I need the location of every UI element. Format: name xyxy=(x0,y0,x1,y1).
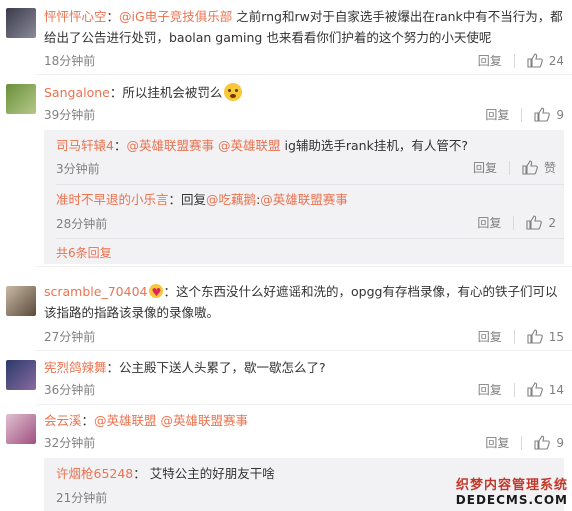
reply-button[interactable]: 回复 xyxy=(478,328,502,345)
thumbs-up-icon xyxy=(526,215,543,230)
like-label: 赞 xyxy=(543,161,556,175)
comment-text: Sangalone：所以挂机会被罚么 xyxy=(44,82,564,103)
like-count: 15 xyxy=(548,329,564,344)
action-divider xyxy=(521,435,523,450)
sub-reply-body: ig辅助选手rank挂机，有人管不? xyxy=(284,138,468,153)
like-button[interactable]: 赞 xyxy=(522,159,556,176)
comment-3: scramble_70404：这个东西没什么好遮谣和洗的，opgg有存档录像，有… xyxy=(0,278,572,351)
username[interactable]: 司马轩辕4 xyxy=(56,138,114,153)
reply-button[interactable]: 回复 xyxy=(478,381,502,398)
comment-4: 宪烈鸽辣舞：公主殿下送人头累了，歇一歇怎么了? 36分钟前 回复 14 xyxy=(0,352,572,405)
action-divider xyxy=(513,53,515,68)
comment-actions: 回复 9 xyxy=(485,106,564,123)
divider xyxy=(56,238,564,239)
username[interactable]: 会云溪 xyxy=(44,413,82,428)
comment-text: 会云溪：@英雄联盟 @英雄联盟赛事 xyxy=(44,413,249,428)
like-button[interactable]: 15 xyxy=(527,329,564,344)
watermark: 织梦内容管理系统 DEDECMS.COM xyxy=(456,474,568,507)
mention-link[interactable]: @iG电子竞技俱乐部 xyxy=(119,9,232,24)
reply-button[interactable]: 回复 xyxy=(478,52,502,69)
comment-actions: 回复 24 xyxy=(478,52,564,69)
thumbs-up-icon xyxy=(527,329,543,344)
like-count: 9 xyxy=(556,107,564,122)
comment-text: 怦怦怦心空：@iG电子竞技俱乐部 之前rng和rw对于自家选手被爆出在rank中… xyxy=(44,9,563,45)
watermark-title: 织梦内容管理系统 xyxy=(455,478,568,493)
avatar[interactable] xyxy=(6,360,36,390)
sub-reply-text: 司马轩辕4：@英雄联盟赛事 @英雄联盟 ig辅助选手rank挂机，有人管不? xyxy=(56,138,468,153)
thumbs-up-icon xyxy=(527,53,543,68)
like-button[interactable]: 9 xyxy=(534,435,564,450)
thumbs-up-icon xyxy=(522,160,538,175)
timestamp: 36分钟前 xyxy=(44,383,96,397)
divider xyxy=(36,74,572,75)
reply-thread: 司马轩辕4：@英雄联盟赛事 @英雄联盟 ig辅助选手rank挂机，有人管不? 3… xyxy=(44,130,564,264)
thumbs-up-icon xyxy=(534,435,551,450)
timestamp: 21分钟前 xyxy=(56,491,108,505)
sub-reply-actions: 回复 赞 xyxy=(473,159,556,176)
action-divider xyxy=(513,215,515,230)
avatar[interactable] xyxy=(6,286,36,316)
avatar[interactable] xyxy=(6,84,36,114)
comment-body: 所以挂机会被罚么 xyxy=(122,85,223,100)
comment-actions: 回复 9 xyxy=(485,434,564,451)
divider xyxy=(36,404,572,405)
thumbs-up-icon xyxy=(534,107,551,122)
like-button[interactable]: 24 xyxy=(527,53,564,68)
username[interactable]: 准时不早退的小乐言 xyxy=(56,192,169,207)
reply-button[interactable]: 回复 xyxy=(473,159,497,176)
watermark-domain: DEDECMS.COM xyxy=(455,493,568,507)
reply-button[interactable]: 回复 xyxy=(477,214,501,231)
mention-link[interactable]: @吃藕鹅 xyxy=(206,192,256,207)
username[interactable]: 宪烈鸽辣舞 xyxy=(44,360,107,375)
comment-actions: 回复 14 xyxy=(478,381,564,398)
comment-text: scramble_70404：这个东西没什么好遮谣和洗的，opgg有存档录像，有… xyxy=(44,281,564,323)
avatar[interactable] xyxy=(6,8,36,38)
sub-reply-actions: 回复 2 xyxy=(477,214,556,231)
sub-reply-body: 艾特公主的好朋友干啥 xyxy=(149,466,275,481)
like-button[interactable]: 14 xyxy=(527,382,564,397)
like-count: 24 xyxy=(548,53,564,68)
timestamp: 28分钟前 xyxy=(56,217,108,231)
like-button[interactable]: 2 xyxy=(526,215,556,230)
action-divider xyxy=(521,107,523,122)
action-divider xyxy=(513,329,515,344)
username[interactable]: Sangalone xyxy=(44,85,110,100)
reply-button[interactable]: 回复 xyxy=(485,434,509,451)
reply-prefix: 回复 xyxy=(181,192,207,207)
username[interactable]: 许烟枪65248 xyxy=(56,466,133,481)
username[interactable]: scramble_70404 xyxy=(44,284,147,299)
mention-link[interactable]: @英雄联盟 xyxy=(94,413,157,428)
timestamp: 27分钟前 xyxy=(44,330,96,344)
mention-link[interactable]: @英雄联盟赛事 xyxy=(161,413,249,428)
comment-text: 宪烈鸽辣舞：公主殿下送人头累了，歇一歇怎么了? xyxy=(44,360,326,375)
heart-eyes-emoji-icon xyxy=(149,282,164,303)
mention-link[interactable]: @英雄联盟赛事 xyxy=(260,192,348,207)
comment-actions: 回复 15 xyxy=(478,328,564,345)
mention-link[interactable]: @英雄联盟赛事 xyxy=(126,138,214,153)
like-count: 9 xyxy=(556,435,564,450)
thumbs-up-icon xyxy=(527,382,543,397)
action-divider xyxy=(508,160,510,175)
comment-body: 公主殿下送人头累了，歇一歇怎么了? xyxy=(119,360,326,375)
timestamp: 32分钟前 xyxy=(44,436,96,450)
like-button[interactable]: 9 xyxy=(534,107,564,122)
timestamp: 18分钟前 xyxy=(44,54,96,68)
username[interactable]: 怦怦怦心空 xyxy=(44,9,107,24)
avatar[interactable] xyxy=(6,414,36,444)
divider xyxy=(56,184,564,185)
comment-2: Sangalone：所以挂机会被罚么 39分钟前 回复 9 司马轩辕4：@英雄联… xyxy=(0,76,572,267)
sub-reply-text: 准时不早退的小乐言：回复@吃藕鹅:@英雄联盟赛事 xyxy=(56,192,348,207)
action-divider xyxy=(513,382,515,397)
timestamp: 39分钟前 xyxy=(44,108,96,122)
reply-button[interactable]: 回复 xyxy=(485,106,509,123)
comment-1: 怦怦怦心空：@iG电子竞技俱乐部 之前rng和rw对于自家选手被爆出在rank中… xyxy=(0,0,572,75)
timestamp: 3分钟前 xyxy=(56,162,100,176)
more-replies-link[interactable]: 共6条回复 xyxy=(56,244,112,261)
thinking-emoji-icon xyxy=(224,83,243,101)
like-count: 2 xyxy=(548,215,556,230)
like-count: 14 xyxy=(548,382,564,397)
divider xyxy=(36,266,572,267)
mention-link[interactable]: @英雄联盟 xyxy=(218,138,281,153)
divider xyxy=(36,350,572,351)
